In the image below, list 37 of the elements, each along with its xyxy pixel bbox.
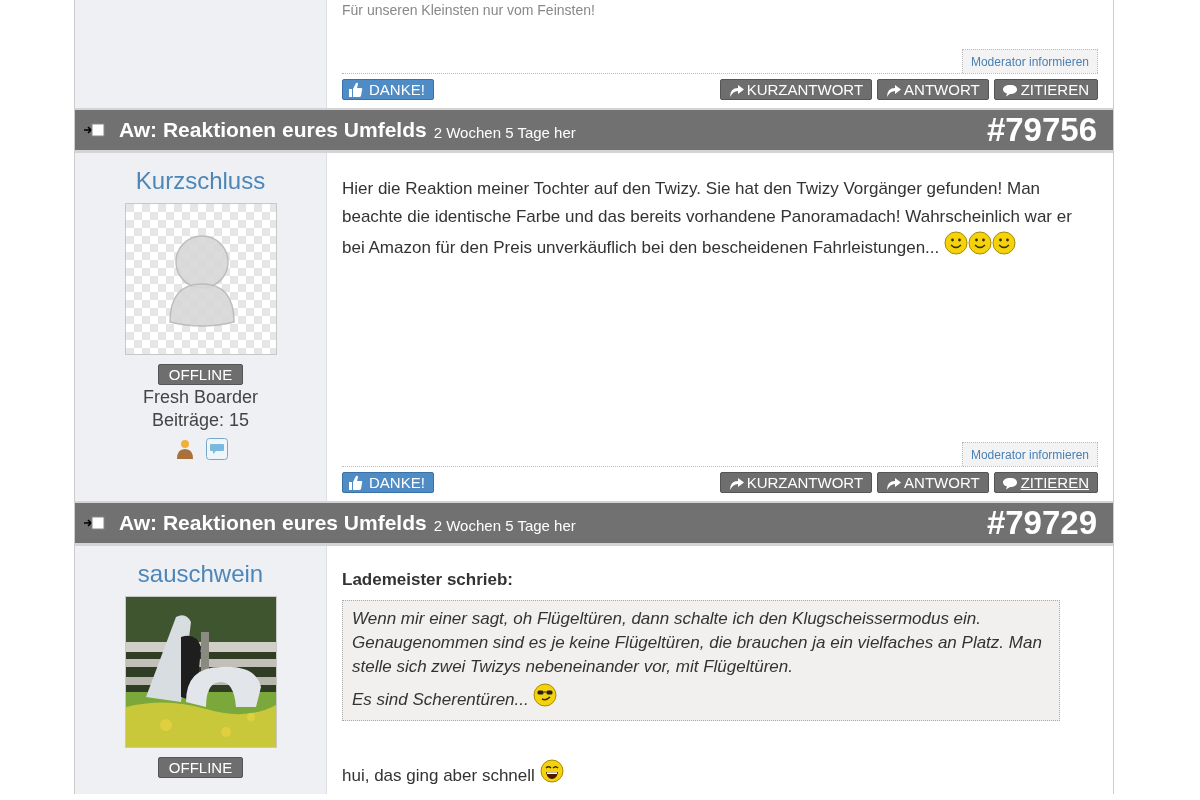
quote-button[interactable]: ZITIEREN xyxy=(993,472,1098,493)
quote-button[interactable]: ZITIEREN xyxy=(993,79,1098,100)
thumbs-up-icon xyxy=(348,474,363,491)
report-link[interactable]: Moderator informieren xyxy=(961,442,1098,466)
post-title: Aw: Reaktionen eures Umfelds xyxy=(119,511,427,535)
smiley-icon xyxy=(944,231,968,255)
quote-author: Lademeister schrieb: xyxy=(342,570,514,590)
post-number[interactable]: #79729 xyxy=(986,504,1097,542)
thumbs-up-icon xyxy=(348,81,363,98)
report-link[interactable]: Moderator informieren xyxy=(961,49,1098,73)
signature-text: Für unseren Kleinsten nur vom Feinsten! xyxy=(342,2,596,18)
grinning-smiley-icon xyxy=(539,759,564,783)
reply-button[interactable]: KURZANTWORT xyxy=(719,79,873,100)
thanks-button[interactable]: DANKE! xyxy=(342,79,434,100)
reply-button[interactable]: KURZANTWORT xyxy=(719,472,873,493)
quote-text: Wenn mir einer sagt, oh Flügeltüren, dann schalte ich den Klugscheissermodus ein. Genaugenommen sind es je keine Flügeltüren, die brauchen ja ein vielfaches an Platz. Man stelle sich zwei Twizys nebeneinander vor, mit Flügeltüren. xyxy=(352,608,1043,678)
thanks-button[interactable]: DANKE! xyxy=(342,472,434,493)
post-count: Beiträge: 15 xyxy=(151,410,250,431)
post-number[interactable]: #79756 xyxy=(986,111,1097,149)
reply-button[interactable]: ANTWORT xyxy=(877,472,989,493)
sunglasses-smiley-icon xyxy=(533,683,558,707)
author-name[interactable]: Kurzschluss xyxy=(135,167,266,195)
quote-text: Es sind Scherentüren... xyxy=(352,683,1050,712)
post-age: 2 Wochen 5 Tage her xyxy=(433,516,576,534)
post-title: Aw: Reaktionen eures Umfelds xyxy=(119,118,427,142)
smiley-icon xyxy=(992,231,1016,255)
post-text: Hier die Reaktion meiner Tochter auf den Twizy. Sie hat den Twizy Vorgänger gefunden! Man beachte die identische Farbe und das bereits vorhandene Panoramadach! Wahrscheinlich war er bei Amazon für den Preis unverkäuflich bei den bescheidenen Fahrleistungen... xyxy=(342,178,1073,259)
status-badge: OFFLINE xyxy=(157,757,244,778)
default-avatar-icon xyxy=(124,203,277,355)
author-rank: Fresh Boarder xyxy=(142,387,259,408)
status-badge: OFFLINE xyxy=(157,364,244,385)
chat-bubble-icon[interactable] xyxy=(205,437,228,461)
reply-button[interactable]: ANTWORT xyxy=(877,79,989,100)
post-text: hui, das ging aber schnell xyxy=(342,759,1098,786)
post-age: 2 Wochen 5 Tage her xyxy=(433,123,576,141)
author-name[interactable]: sauschwein xyxy=(137,560,264,588)
smiley-icon xyxy=(968,231,992,255)
